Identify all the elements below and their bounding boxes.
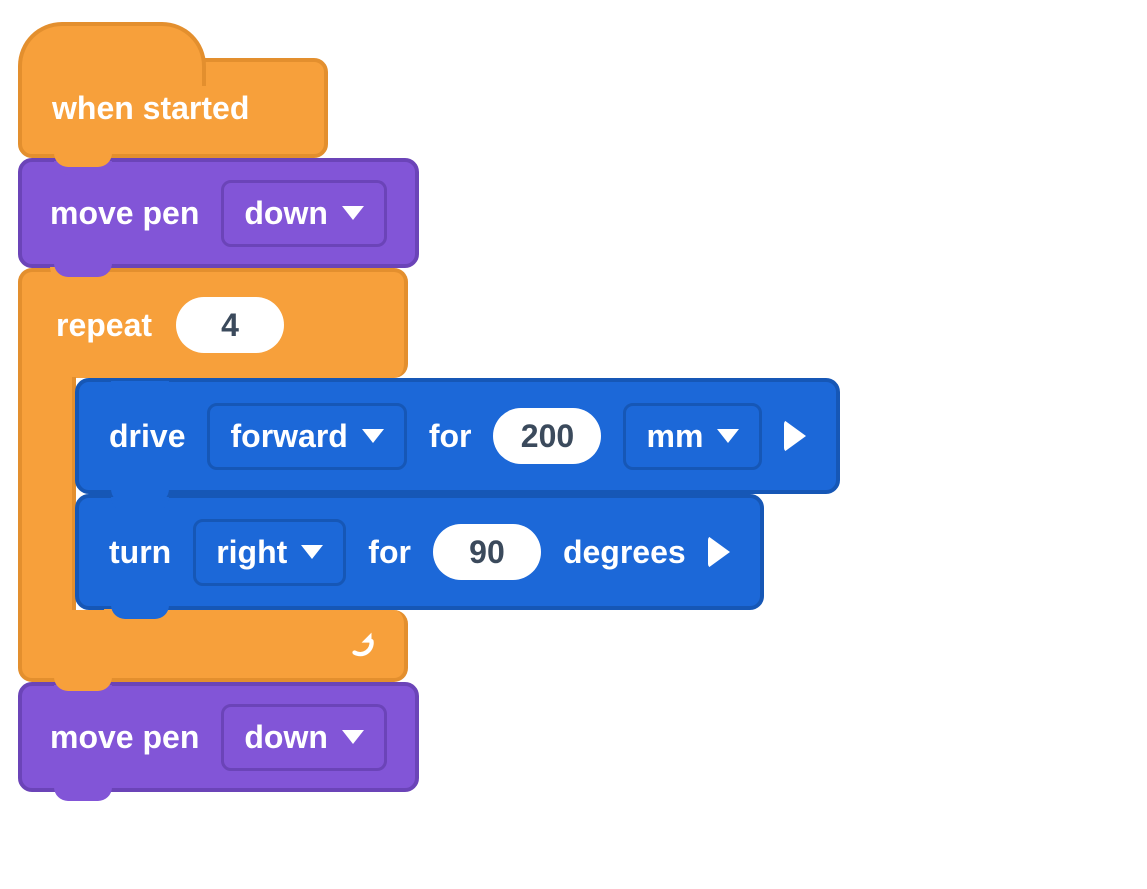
- block-connector: [54, 153, 112, 167]
- chevron-down-icon: [342, 730, 364, 744]
- drive-for-label: for: [429, 418, 472, 455]
- move-pen-label: move pen: [50, 719, 199, 756]
- drive-label: drive: [109, 418, 185, 455]
- pen-direction-dropdown[interactable]: down: [221, 180, 387, 247]
- move-pen-block[interactable]: move pen down: [18, 682, 419, 792]
- repeat-side: [18, 377, 76, 610]
- repeat-footer[interactable]: [18, 610, 408, 682]
- turn-direction-dropdown[interactable]: right: [193, 519, 346, 586]
- turn-angle-input[interactable]: 90: [433, 524, 541, 580]
- repeat-label: repeat: [56, 307, 152, 344]
- turn-block[interactable]: turn right for 90 degrees: [75, 494, 764, 610]
- repeat-block[interactable]: repeat 4 drive forward: [18, 268, 840, 682]
- dropdown-value: down: [244, 719, 328, 756]
- chevron-down-icon: [301, 545, 323, 559]
- turn-for-label: for: [368, 534, 411, 571]
- block-connector: [54, 677, 112, 691]
- drive-distance-input[interactable]: 200: [493, 408, 601, 464]
- repeat-count-input[interactable]: 4: [176, 297, 284, 353]
- loop-arrow-icon: [346, 627, 380, 661]
- drive-block[interactable]: drive forward for 200 mm: [75, 378, 840, 494]
- block-connector: [111, 605, 169, 619]
- dropdown-value: down: [244, 195, 328, 232]
- hat-label: when started: [52, 90, 249, 127]
- dropdown-value: mm: [646, 418, 703, 455]
- block-connector: [54, 263, 112, 277]
- play-icon[interactable]: [708, 536, 730, 568]
- block-connector: [111, 381, 169, 395]
- pen-direction-dropdown[interactable]: down: [221, 704, 387, 771]
- turn-unit-label: degrees: [563, 534, 686, 571]
- when-started-block[interactable]: when started: [18, 58, 328, 158]
- chevron-down-icon: [717, 429, 739, 443]
- hat-cap: [18, 22, 206, 86]
- dropdown-value: right: [216, 534, 287, 571]
- block-connector: [111, 489, 169, 503]
- chevron-down-icon: [342, 206, 364, 220]
- turn-label: turn: [109, 534, 171, 571]
- chevron-down-icon: [362, 429, 384, 443]
- drive-direction-dropdown[interactable]: forward: [207, 403, 406, 470]
- move-pen-label: move pen: [50, 195, 199, 232]
- dropdown-value: forward: [230, 418, 347, 455]
- play-icon[interactable]: [784, 420, 806, 452]
- drive-unit-dropdown[interactable]: mm: [623, 403, 762, 470]
- block-connector: [54, 787, 112, 801]
- move-pen-block[interactable]: move pen down: [18, 158, 419, 268]
- repeat-header[interactable]: repeat 4: [18, 268, 408, 378]
